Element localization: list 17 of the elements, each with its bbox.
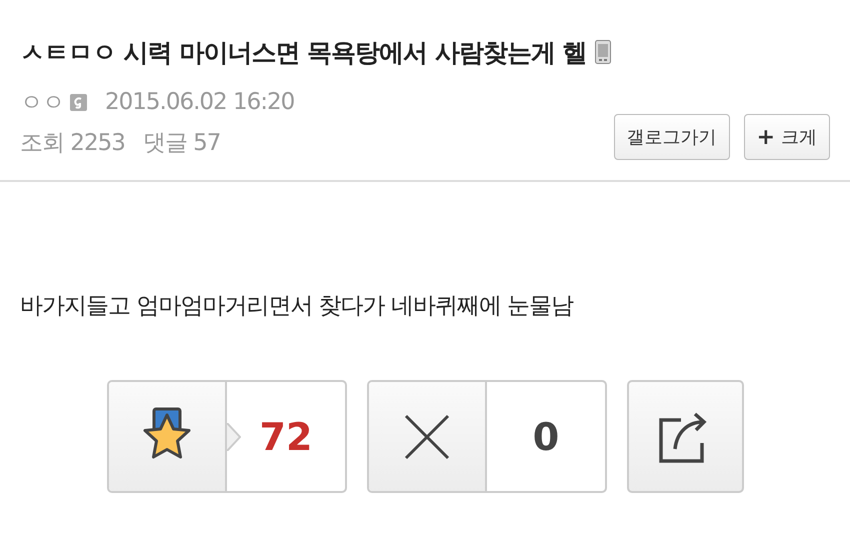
recommend-button[interactable] [109,382,227,491]
post-body: 바가지들고 엄마엄마거리면서 찾다가 네바퀴째에 눈물남 [20,292,574,321]
post-date: 2015.06.02 16:20 [105,89,294,115]
chevron-icon [227,423,241,451]
view-count: 조회 2253 [20,128,125,158]
enlarge-button[interactable]: + 크게 [744,114,830,160]
star-icon [144,407,190,458]
post-title: ㅅㅌㅁㅇ 시력 마이너스면 목욕탕에서 사람찾는게 헬 [20,36,587,68]
gallog-button[interactable]: 갤로그가기 [614,114,730,160]
phone-icon [594,40,611,64]
comment-count: 댓글 57 [142,128,220,158]
share-button[interactable] [627,380,744,493]
not-recommend-count: 0 [532,414,560,460]
recommend-count: 72 [260,414,312,458]
gallery-icon [70,94,87,110]
not-recommend-button[interactable] [369,382,487,491]
cross-icon [404,414,450,460]
